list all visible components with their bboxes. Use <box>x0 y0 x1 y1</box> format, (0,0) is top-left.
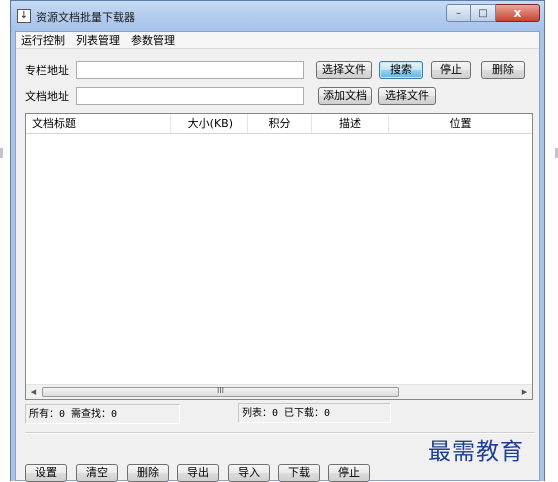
delete-button-top[interactable]: 删除 <box>481 61 525 79</box>
col-description[interactable]: 描述 <box>312 114 389 133</box>
status-list: 列表：0 已下载：0 <box>238 403 391 423</box>
scroll-right-icon[interactable]: ▶ <box>517 385 532 399</box>
col-location[interactable]: 位置 <box>389 114 532 133</box>
status-total-text: 所有：0 需查找：0 <box>29 409 118 420</box>
menu-parameter-management[interactable]: 参数管理 <box>126 32 181 48</box>
client-area: 运行控制 列表管理 参数管理 专栏地址 选择文件 搜索 停止 删除 文档地址 添… <box>15 31 540 482</box>
maximize-button[interactable]: □ <box>471 4 496 22</box>
close-icon: x <box>513 6 522 20</box>
col-doc-title[interactable]: 文档标题 <box>26 114 171 133</box>
minimize-icon: – <box>456 7 461 19</box>
doc-url-label: 文档地址 <box>25 90 69 103</box>
window-title: 资源文档批量下载器 <box>36 11 135 24</box>
status-total: 所有：0 需查找：0 <box>25 404 180 424</box>
grip-icon: III <box>216 386 225 395</box>
delete-button-bottom[interactable]: 删除 <box>127 464 169 482</box>
close-button[interactable]: x <box>496 4 540 22</box>
search-button[interactable]: 搜索 <box>379 61 423 79</box>
menu-bar: 运行控制 列表管理 参数管理 <box>16 32 539 49</box>
choose-file-button-1[interactable]: 选择文件 <box>316 61 372 79</box>
watermark-text: 最需教育 <box>428 439 524 465</box>
menu-run-control[interactable]: 运行控制 <box>16 32 71 48</box>
col-points[interactable]: 积分 <box>248 114 312 133</box>
scroll-left-icon[interactable]: ◀ <box>26 385 41 399</box>
status-list-text: 列表：0 已下载：0 <box>242 408 331 419</box>
left-edge-mark <box>0 148 3 158</box>
doc-url-input[interactable] <box>76 87 304 105</box>
document-list[interactable]: 文档标题 大小(KB) 积分 描述 位置 ◀ III ▶ <box>25 113 533 400</box>
menu-list-management[interactable]: 列表管理 <box>71 32 126 48</box>
app-window: ↓ 资源文档批量下载器 – □ x 运行控制 列表管理 参数管理 专栏地址 选择… <box>10 0 545 482</box>
stop-button-top[interactable]: 停止 <box>431 61 471 79</box>
add-document-button[interactable]: 添加文档 <box>318 87 372 105</box>
horizontal-scrollbar[interactable]: ◀ III ▶ <box>26 384 532 399</box>
download-button[interactable]: 下载 <box>278 464 320 482</box>
export-button[interactable]: 导出 <box>177 464 219 482</box>
stop-button-bottom[interactable]: 停止 <box>328 464 370 482</box>
choose-file-button-2[interactable]: 选择文件 <box>378 87 436 105</box>
download-app-icon[interactable]: ↓ <box>17 9 31 23</box>
import-button[interactable]: 导入 <box>228 464 270 482</box>
scroll-thumb[interactable]: III <box>42 386 399 397</box>
settings-button[interactable]: 设置 <box>25 464 67 482</box>
title-bar[interactable]: ↓ 资源文档批量下载器 – □ x <box>11 1 544 31</box>
maximize-icon: □ <box>478 7 488 19</box>
list-header: 文档标题 大小(KB) 积分 描述 位置 <box>26 114 532 134</box>
column-url-label: 专栏地址 <box>25 64 69 77</box>
col-size[interactable]: 大小(KB) <box>171 114 248 133</box>
minimize-button[interactable]: – <box>446 4 471 22</box>
clear-button[interactable]: 清空 <box>76 464 118 482</box>
column-url-input[interactable] <box>76 61 304 79</box>
